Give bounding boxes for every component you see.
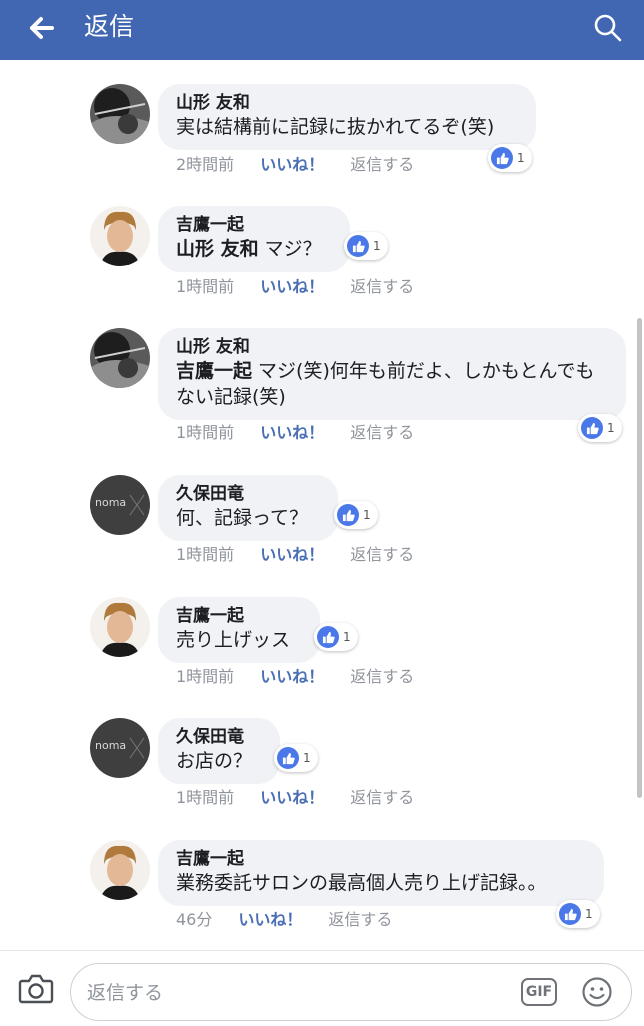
comment-text: お店の？: [176, 750, 253, 772]
reply-button[interactable]: 返信する: [350, 277, 414, 296]
thumbs-up-icon: [317, 626, 339, 648]
reaction-count: 1: [517, 151, 525, 165]
comment-meta: 1時間前 いいね！ 返信する: [176, 787, 414, 809]
comment-text: 業務委託サロンの最高個人売り上げ記録。。: [176, 872, 547, 894]
reply-button[interactable]: 返信する: [350, 545, 414, 564]
scrollbar[interactable]: [637, 318, 642, 798]
thumbs-up-icon: [277, 747, 299, 769]
smiley-icon[interactable]: [581, 976, 613, 1008]
reply-input-placeholder: 返信する: [87, 982, 164, 1004]
comment-bubble[interactable]: 山形 友和 吉鷹一起 マジ(笑)何年も前だよ、しかもとんでもない記録(笑): [158, 328, 626, 420]
reaction-count: 1: [585, 907, 593, 921]
reply-composer: 返信する GIF: [0, 950, 644, 1026]
thumbs-up-icon: [347, 235, 369, 257]
comment-author[interactable]: 山形 友和: [176, 92, 518, 114]
comment-author[interactable]: 吉鷹一起: [176, 848, 586, 870]
reaction-badge[interactable]: 1: [334, 501, 378, 529]
avatar[interactable]: [90, 328, 150, 388]
comment-text: 何、記録って？: [176, 507, 309, 529]
comment-bubble[interactable]: 吉鷹一起 売り上げッス: [158, 597, 320, 663]
search-icon[interactable]: [590, 10, 626, 46]
comment-bubble[interactable]: 久保田竜 お店の？: [158, 718, 280, 784]
reaction-count: 1: [363, 508, 371, 522]
reply-button[interactable]: 返信する: [350, 667, 414, 686]
like-button[interactable]: いいね！: [260, 545, 324, 564]
avatar[interactable]: [90, 206, 150, 266]
reaction-count: 1: [303, 751, 311, 765]
thumbs-up-icon: [559, 903, 581, 925]
avatar-logo-text: noma: [95, 739, 126, 752]
like-button[interactable]: いいね！: [260, 423, 324, 442]
comment-time: 1時間前: [176, 667, 235, 686]
reaction-count: 1: [373, 239, 381, 253]
reaction-badge[interactable]: 1: [274, 744, 318, 772]
like-button[interactable]: いいね！: [260, 155, 324, 174]
comment-time: 2時間前: [176, 155, 235, 174]
reaction-count: 1: [607, 421, 615, 435]
comment-author[interactable]: 吉鷹一起: [176, 214, 332, 236]
comment-time: 1時間前: [176, 545, 235, 564]
mention-link[interactable]: 吉鷹一起: [176, 360, 252, 382]
comment-meta: 1時間前 いいね！ 返信する: [176, 422, 414, 444]
comment-author[interactable]: 久保田竜: [176, 483, 320, 505]
thumbs-up-icon: [337, 504, 359, 526]
reply-button[interactable]: 返信する: [328, 910, 392, 929]
thumbs-up-icon: [581, 417, 603, 439]
comment-text: 実は結構前に記録に抜かれてるぞ(笑): [176, 116, 495, 138]
comment-time: 46分: [176, 910, 213, 929]
comment-meta: 2時間前 いいね！ 返信する: [176, 154, 414, 176]
comment-bubble[interactable]: 久保田竜 何、記録って？: [158, 475, 338, 541]
comment-bubble[interactable]: 山形 友和 実は結構前に記録に抜かれてるぞ(笑): [158, 84, 536, 150]
comment-time: 1時間前: [176, 423, 235, 442]
page-title: 返信: [84, 12, 135, 41]
reaction-count: 1: [343, 630, 351, 644]
reaction-badge[interactable]: 1: [556, 900, 600, 928]
comment-author[interactable]: 久保田竜: [176, 726, 262, 748]
comment-meta: 1時間前 いいね！ 返信する: [176, 544, 414, 566]
like-button[interactable]: いいね！: [260, 277, 324, 296]
comment-meta: 1時間前 いいね！ 返信する: [176, 276, 414, 298]
avatar[interactable]: [90, 840, 150, 900]
comment-time: 1時間前: [176, 277, 235, 296]
top-app-bar: 返信: [0, 0, 644, 60]
comment-time: 1時間前: [176, 788, 235, 807]
comment-text: 売り上げッス: [176, 629, 291, 651]
camera-icon[interactable]: [18, 973, 54, 1005]
reply-button[interactable]: 返信する: [350, 788, 414, 807]
avatar[interactable]: noma: [90, 718, 150, 778]
reaction-badge[interactable]: 1: [344, 232, 388, 260]
avatar[interactable]: [90, 84, 150, 144]
reply-button[interactable]: 返信する: [350, 155, 414, 174]
reaction-badge[interactable]: 1: [488, 144, 532, 172]
comment-text: 吉鷹一起 マジ(笑)何年も前だよ、しかもとんでもない記録(笑): [176, 358, 608, 410]
reaction-badge[interactable]: 1: [578, 414, 622, 442]
reply-input[interactable]: 返信する GIF: [70, 963, 632, 1021]
comment-meta: 1時間前 いいね！ 返信する: [176, 666, 414, 688]
avatar[interactable]: [90, 597, 150, 657]
gif-button[interactable]: GIF: [521, 978, 557, 1006]
thumbs-up-icon: [491, 147, 513, 169]
comment-meta: 46分 いいね！ 返信する: [176, 909, 392, 931]
like-button[interactable]: いいね！: [260, 788, 324, 807]
comment-author[interactable]: 吉鷹一起: [176, 605, 302, 627]
arrow-left-icon[interactable]: [22, 8, 62, 48]
comment-text-body: マジ？: [258, 238, 322, 260]
reaction-badge[interactable]: 1: [314, 623, 358, 651]
comment-text: 山形 友和 マジ？: [176, 236, 332, 262]
comment-bubble[interactable]: 吉鷹一起 業務委託サロンの最高個人売り上げ記録。。: [158, 840, 604, 906]
comment-author[interactable]: 山形 友和: [176, 336, 608, 358]
avatar[interactable]: noma: [90, 475, 150, 535]
mention-link[interactable]: 山形 友和: [176, 238, 259, 260]
comment-bubble[interactable]: 吉鷹一起 山形 友和 マジ？: [158, 206, 350, 272]
like-button[interactable]: いいね！: [238, 910, 302, 929]
avatar-logo-text: noma: [95, 496, 126, 509]
reply-button[interactable]: 返信する: [350, 423, 414, 442]
like-button[interactable]: いいね！: [260, 667, 324, 686]
